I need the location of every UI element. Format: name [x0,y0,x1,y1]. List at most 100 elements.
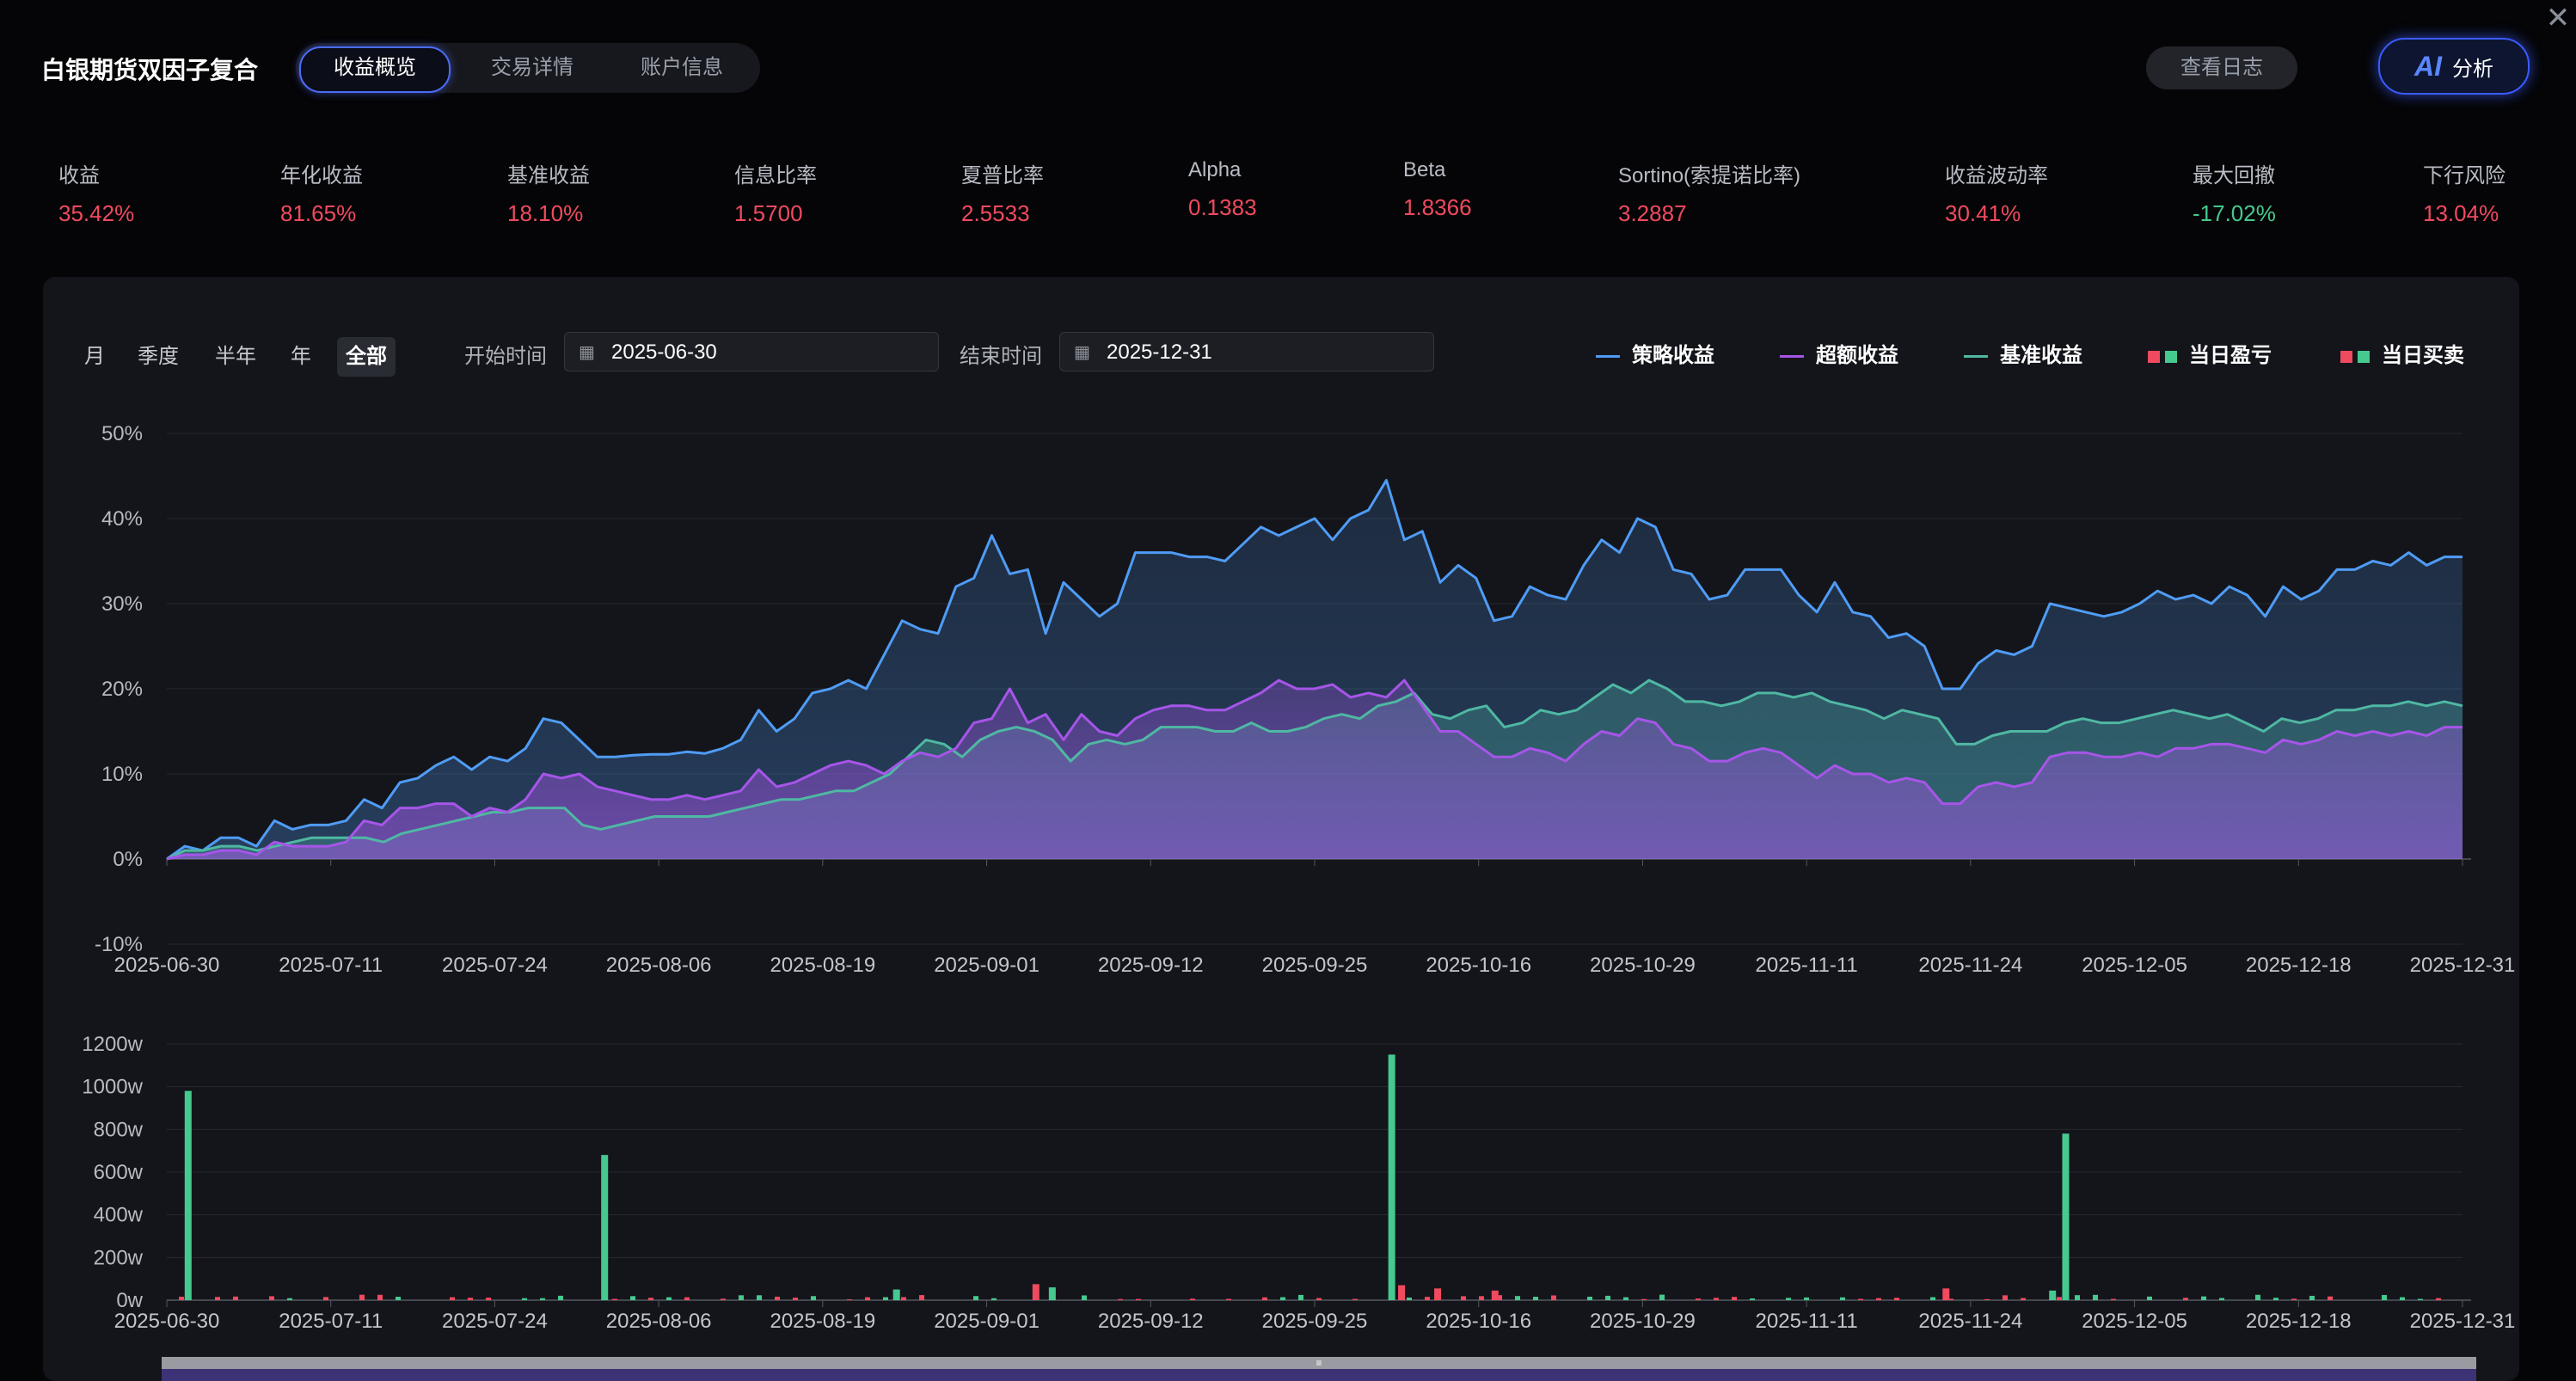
small-bar [1298,1294,1303,1300]
small-bar [630,1296,635,1300]
start-date-input[interactable]: ▦ 2025-06-30 [564,332,939,371]
zoom-slider-handle-icon[interactable]: ≡ [1310,1357,1328,1369]
small-bar [215,1297,220,1300]
small-bar [1587,1296,1592,1300]
period-all-button[interactable]: 全部 [337,337,396,377]
small-bar [1605,1295,1610,1300]
metric-sortino-ratio: Sortino(索提诺比率) 3.2887 [1618,158,1800,227]
small-bar [2093,1294,2098,1300]
legend-square-up [2148,350,2160,363]
small-bar [522,1298,527,1300]
small-bar [684,1297,690,1300]
metric-label: 基准收益 [507,164,590,187]
legend-label: 超额收益 [1816,344,1898,367]
legend-square-up [2340,350,2352,363]
small-bar [2075,1295,2080,1300]
small-bar [2291,1298,2297,1300]
ai-analysis-button[interactable]: AI 分析 [2378,38,2530,95]
small-bar [2309,1295,2315,1300]
small-bar [540,1298,545,1300]
small-bar [2418,1298,2423,1300]
legend-daily-pnl[interactable]: 当日盈亏 [2148,341,2272,371]
metric-value: 18.10% [507,200,584,226]
small-bar [991,1298,997,1300]
calendar-icon: ▦ [579,343,595,362]
y-tick-label: 600w [94,1161,144,1184]
legend-daily-trades[interactable]: 当日买卖 [2340,341,2464,371]
small-bar [2382,1294,2387,1300]
legend-strategy-return[interactable]: 策略收益 [1596,341,1714,371]
x-tick-label: 2025-09-12 [1098,1310,1204,1329]
legend-excess-return[interactable]: 超额收益 [1780,341,1898,371]
zoom-slider[interactable]: ≡ [162,1357,2476,1381]
daily-volume-bar-chart[interactable]: 1200w 1000w 800w 600w 400w 200w 0w2025-06-30 20… [0,1028,2576,1329]
small-bar [558,1295,563,1300]
volume-bar [892,1289,900,1300]
metric-information-ratio: 信息比率 1.5700 [734,158,817,227]
end-date-value: 2025-12-31 [1107,341,1212,364]
y-tick-label: 0% [113,848,143,871]
volume-bar [2049,1290,2057,1300]
period-month-button[interactable]: 月 [76,337,113,377]
close-icon[interactable]: ✕ [2543,3,2573,33]
small-bar [2003,1295,2008,1300]
period-year-button[interactable]: 年 [282,337,320,377]
tab-trade-details[interactable]: 交易详情 [459,46,605,89]
x-tick-label: 2025-06-30 [114,954,220,977]
small-bar [377,1294,383,1300]
end-date-label: 结束时间 [960,345,1042,368]
return-line-chart[interactable]: 50% 40% 30% 20% 10% 0% -10%2025-06-30 2025-07-1… [0,404,2576,989]
y-tick-label: 30% [101,592,143,616]
metric-label: 夏普比率 [961,164,1044,187]
small-bar [2111,1298,2116,1300]
y-tick-label: 800w [94,1118,144,1141]
x-tick-label: 2025-11-24 [1918,954,2022,977]
y-tick-label: 0w [116,1289,143,1312]
x-tick-label: 2025-07-11 [279,1310,383,1329]
view-log-button[interactable]: 查看日志 [2146,46,2297,89]
x-tick-label: 2025-07-11 [279,954,383,977]
small-bar [973,1296,978,1300]
period-quarter-button[interactable]: 季度 [129,337,187,377]
metric-sharpe-ratio: 夏普比率 2.5533 [961,158,1044,227]
ai-analysis-label: 分析 [2452,57,2493,81]
small-bar [287,1298,292,1300]
small-bar [1082,1295,1087,1300]
metric-label: 收益波动率 [1945,164,2048,187]
volume-bar [1398,1285,1406,1300]
volume-bar [601,1155,609,1300]
x-tick-label: 2025-09-25 [1262,1310,1368,1329]
legend-label: 策略收益 [1632,344,1714,367]
period-half-year-button[interactable]: 半年 [206,337,265,377]
legend-line-marker [1780,355,1804,359]
small-bar [757,1295,762,1300]
small-bar [468,1298,473,1300]
metric-benchmark-return: 基准收益 18.10% [507,158,590,227]
x-tick-label: 2025-10-16 [1426,1310,1531,1329]
volume-bar [1032,1284,1040,1300]
small-bar [359,1294,365,1300]
volume-bar [1942,1288,1950,1300]
metric-alpha: Alpha 0.1383 [1188,158,1257,221]
small-bar [1786,1298,1791,1300]
y-tick-label: 50% [101,422,143,445]
small-bar [1118,1298,1123,1300]
x-tick-label: 2025-08-19 [770,1310,875,1329]
end-date-input[interactable]: ▦ 2025-12-31 [1059,332,1434,371]
metric-return: 收益 35.42% [58,158,134,227]
metric-volatility: 收益波动率 30.41% [1945,158,2048,227]
legend-benchmark-return[interactable]: 基准收益 [1964,341,2082,371]
legend-square-down [2358,350,2370,363]
tab-overview[interactable]: 收益概览 [299,46,451,93]
x-tick-label: 2025-09-25 [1262,954,1368,977]
small-bar [1714,1298,1719,1300]
volume-bar [1491,1290,1499,1300]
metric-value: 81.65% [280,200,357,226]
small-bar [1750,1298,1755,1300]
small-bar [1623,1297,1628,1300]
tab-account-info[interactable]: 账户信息 [609,46,755,89]
zoom-slider-preview [162,1369,2476,1381]
small-bar [1280,1297,1285,1300]
small-bar [2201,1296,2206,1300]
small-bar [2219,1298,2224,1300]
